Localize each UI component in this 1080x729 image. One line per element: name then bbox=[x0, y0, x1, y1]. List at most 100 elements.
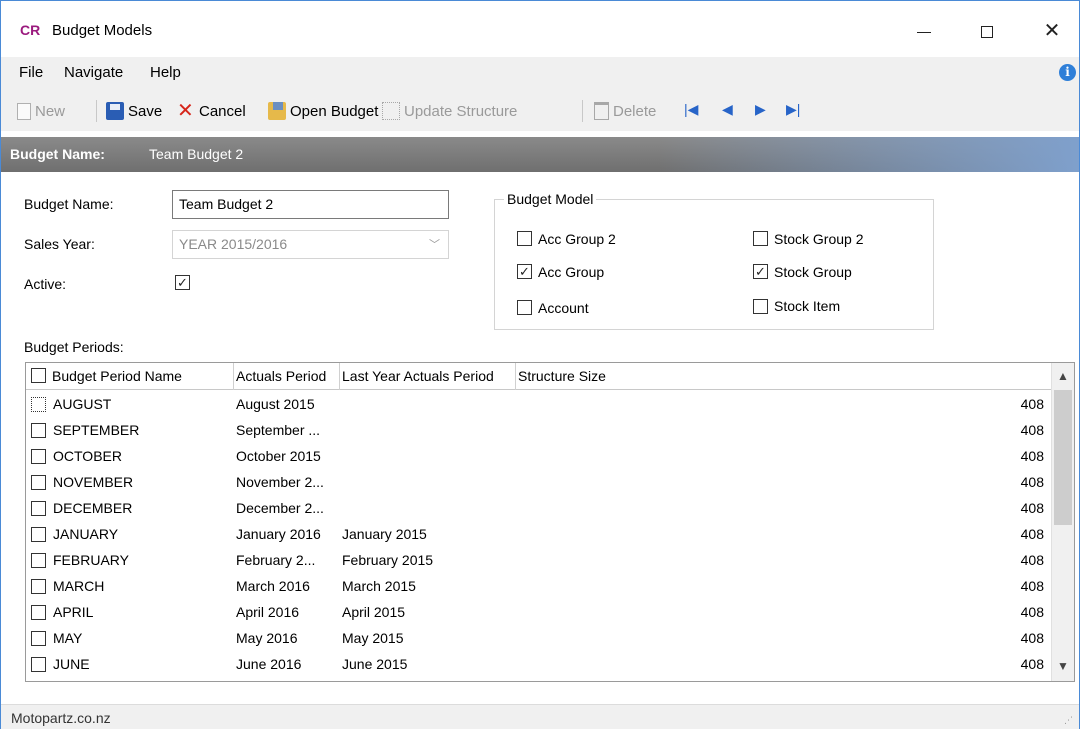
menu-navigate[interactable]: Navigate bbox=[64, 64, 123, 81]
last-record-icon[interactable]: ▶| bbox=[786, 101, 800, 118]
actuals-period-cell: February 2... bbox=[236, 552, 316, 568]
stock-group-2-checkbox[interactable] bbox=[753, 231, 768, 246]
table-row[interactable]: JUNE June 2016 June 2015 408 bbox=[26, 652, 1051, 678]
row-checkbox[interactable] bbox=[31, 579, 46, 594]
sales-year-select[interactable]: YEAR 2015/2016 ﹀ bbox=[172, 230, 449, 259]
table-row[interactable]: FEBRUARY February 2... February 2015 408 bbox=[26, 548, 1051, 574]
actuals-period-cell: January 2016 bbox=[236, 526, 321, 542]
toolbar-separator bbox=[582, 100, 583, 122]
select-all-checkbox[interactable] bbox=[31, 368, 46, 383]
open-budget-button[interactable]: Open Budget bbox=[268, 101, 378, 121]
structure-size-cell: 408 bbox=[1020, 448, 1044, 464]
next-record-icon[interactable]: ▶ bbox=[755, 101, 766, 118]
budget-model-title: Budget Model bbox=[504, 191, 597, 207]
actuals-period-cell: March 2016 bbox=[236, 578, 310, 594]
table-row[interactable]: SEPTEMBER September ... 408 bbox=[26, 418, 1051, 444]
first-record-icon[interactable]: |◀ bbox=[684, 101, 698, 118]
active-checkbox[interactable] bbox=[175, 275, 190, 290]
last-year-actuals-cell: January 2015 bbox=[342, 526, 427, 542]
table-row[interactable]: MARCH March 2016 March 2015 408 bbox=[26, 574, 1051, 600]
structure-size-cell: 408 bbox=[1020, 422, 1044, 438]
structure-size-cell: 408 bbox=[1020, 396, 1044, 412]
actuals-period-cell: December 2... bbox=[236, 500, 324, 516]
scrollbar-thumb[interactable] bbox=[1054, 390, 1072, 525]
actuals-period-cell: September ... bbox=[236, 422, 321, 438]
budget-periods-label: Budget Periods: bbox=[24, 339, 124, 355]
row-checkbox[interactable] bbox=[31, 631, 46, 646]
row-checkbox[interactable] bbox=[31, 501, 46, 516]
table-row[interactable]: JANUARY January 2016 January 2015 408 bbox=[26, 522, 1051, 548]
open-budget-icon bbox=[268, 102, 286, 120]
info-icon[interactable]: i bbox=[1059, 64, 1076, 81]
row-checkbox[interactable] bbox=[31, 397, 46, 412]
table-row[interactable]: APRIL April 2016 April 2015 408 bbox=[26, 600, 1051, 626]
budget-name-input[interactable]: Team Budget 2 bbox=[172, 190, 449, 219]
table-row[interactable]: OCTOBER October 2015 408 bbox=[26, 444, 1051, 470]
scroll-down-icon[interactable]: ▼ bbox=[1057, 659, 1069, 673]
table-row[interactable]: AUGUST August 2015 408 bbox=[26, 392, 1051, 418]
toolbar-separator bbox=[96, 100, 97, 122]
menu-help[interactable]: Help bbox=[150, 64, 181, 81]
acc-group-checkbox[interactable] bbox=[517, 264, 532, 279]
structure-size-cell: 408 bbox=[1020, 474, 1044, 490]
period-name-cell: FEBRUARY bbox=[53, 552, 129, 568]
maximize-button[interactable] bbox=[964, 13, 1010, 49]
budget-name-label: Budget Name: bbox=[24, 196, 114, 212]
cancel-x-icon: ✕ bbox=[177, 100, 194, 122]
delete-button[interactable]: Delete bbox=[594, 101, 656, 121]
acc-group-2-checkbox[interactable] bbox=[517, 231, 532, 246]
stock-item-checkbox[interactable] bbox=[753, 299, 768, 314]
toolbar: New Save ✕ Cancel Open Budget Update Str… bbox=[1, 89, 1079, 131]
column-header-actuals-period[interactable]: Actuals Period bbox=[236, 368, 326, 384]
row-checkbox[interactable] bbox=[31, 605, 46, 620]
period-name-cell: DECEMBER bbox=[53, 500, 133, 516]
column-header-period-name[interactable]: Budget Period Name bbox=[52, 368, 182, 384]
title-bar: CR Budget Models ✕ bbox=[1, 1, 1079, 57]
table-row[interactable]: MAY May 2016 May 2015 408 bbox=[26, 626, 1051, 652]
period-name-cell: SEPTEMBER bbox=[53, 422, 140, 438]
structure-size-cell: 408 bbox=[1020, 526, 1044, 542]
column-header-structure-size[interactable]: Structure Size bbox=[518, 368, 606, 384]
account-checkbox[interactable] bbox=[517, 300, 532, 315]
header-value: Team Budget 2 bbox=[149, 146, 244, 162]
row-checkbox[interactable] bbox=[31, 527, 46, 542]
status-text: Motopartz.co.nz bbox=[11, 710, 111, 726]
row-checkbox[interactable] bbox=[31, 423, 46, 438]
structure-size-cell: 408 bbox=[1020, 604, 1044, 620]
trash-icon bbox=[594, 102, 609, 120]
menu-file[interactable]: File bbox=[19, 64, 43, 81]
new-document-icon bbox=[17, 102, 31, 120]
new-button[interactable]: New bbox=[17, 101, 65, 121]
scroll-up-icon[interactable]: ▲ bbox=[1057, 369, 1069, 383]
structure-size-cell: 408 bbox=[1020, 500, 1044, 516]
resize-grip-icon[interactable]: ⋰ bbox=[1064, 715, 1073, 726]
column-header-last-year-actuals[interactable]: Last Year Actuals Period bbox=[342, 368, 494, 384]
cancel-button[interactable]: ✕ Cancel bbox=[177, 101, 246, 121]
actuals-period-cell: June 2016 bbox=[236, 656, 302, 672]
period-name-cell: JANUARY bbox=[53, 526, 119, 542]
table-row[interactable]: NOVEMBER November 2... 408 bbox=[26, 470, 1051, 496]
update-structure-label: Update Structure bbox=[404, 102, 518, 120]
actuals-period-cell: April 2016 bbox=[236, 604, 300, 620]
structure-size-cell: 408 bbox=[1020, 578, 1044, 594]
budget-name-header: Budget Name: Team Budget 2 bbox=[1, 137, 1079, 172]
budget-periods-grid[interactable]: Budget Period Name Actuals Period Last Y… bbox=[25, 362, 1075, 682]
row-checkbox[interactable] bbox=[31, 449, 46, 464]
row-checkbox[interactable] bbox=[31, 657, 46, 672]
actuals-period-cell: October 2015 bbox=[236, 448, 321, 464]
last-year-actuals-cell: March 2015 bbox=[342, 578, 416, 594]
close-button[interactable]: ✕ bbox=[1029, 13, 1075, 49]
column-divider bbox=[339, 363, 340, 390]
close-icon: ✕ bbox=[1043, 20, 1061, 42]
table-row[interactable]: DECEMBER December 2... 408 bbox=[26, 496, 1051, 522]
row-checkbox[interactable] bbox=[31, 553, 46, 568]
row-checkbox[interactable] bbox=[31, 475, 46, 490]
update-structure-button[interactable]: Update Structure bbox=[382, 101, 517, 121]
column-divider bbox=[515, 363, 516, 390]
previous-record-icon[interactable]: ◀ bbox=[722, 101, 733, 118]
save-button[interactable]: Save bbox=[106, 101, 162, 121]
new-button-label: New bbox=[35, 102, 66, 120]
minimize-button[interactable] bbox=[901, 13, 947, 49]
grid-vertical-scrollbar[interactable]: ▲ ▼ bbox=[1051, 363, 1074, 681]
stock-group-checkbox[interactable] bbox=[753, 264, 768, 279]
